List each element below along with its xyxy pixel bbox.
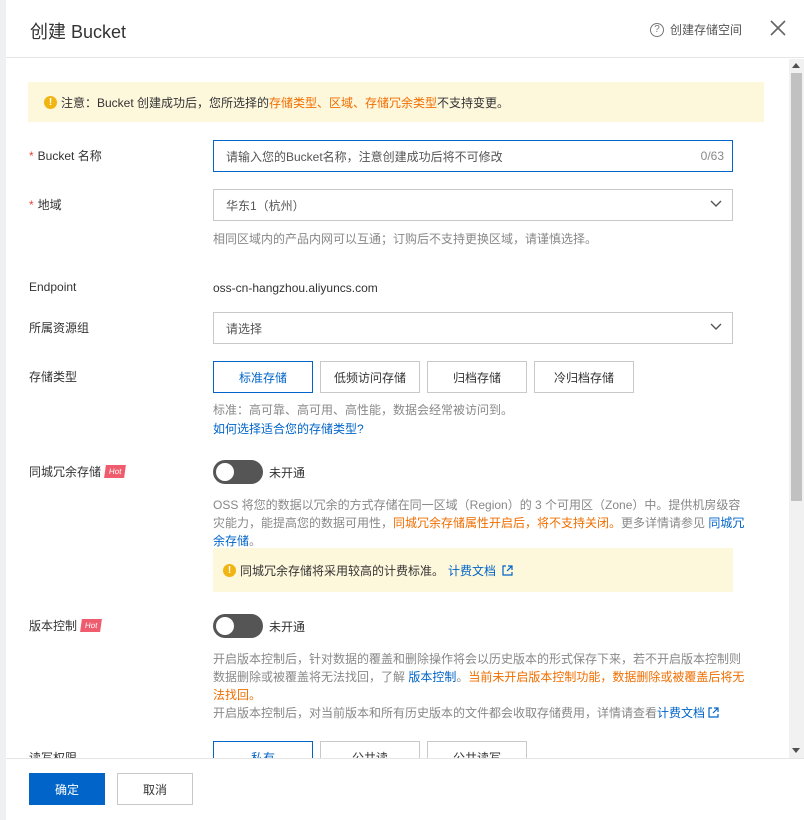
bucket-name-count: 0/63 bbox=[700, 149, 724, 163]
storage-class-group: 标准存储 低频访问存储 归档存储 冷归档存储 bbox=[213, 361, 641, 393]
notice-banner: ! 注意：Bucket 创建成功后，您所选择的 存储类型、区域、存储冗余类型 不… bbox=[28, 82, 764, 122]
bucket-name-input[interactable]: 请输入您的Bucket名称，注意创建成功后将不可修改 0/63 bbox=[213, 140, 733, 172]
region-value: 华东1（杭州） bbox=[226, 198, 305, 213]
external-link-icon bbox=[502, 564, 513, 576]
endpoint-label: Endpoint bbox=[29, 280, 77, 294]
create-bucket-panel: 创建 Bucket ? 创建存储空间 ! 注意：Bucket 创建成功后，您所选… bbox=[0, 0, 804, 820]
region-select[interactable]: 华东1（杭州） bbox=[213, 189, 733, 221]
cancel-button[interactable]: 取消 bbox=[117, 773, 193, 805]
billing-doc-link[interactable]: 计费文档 bbox=[448, 562, 513, 579]
region-hint: 相同区域内的产品内网可以互通；订购后不支持更换区域，请谨慎选择。 bbox=[213, 232, 598, 246]
storage-class-archive[interactable]: 归档存储 bbox=[427, 361, 527, 393]
resource-group-value: 请选择 bbox=[226, 321, 263, 336]
notice-prefix: 注意：Bucket 创建成功后，您所选择的 bbox=[61, 95, 270, 110]
confirm-button[interactable]: 确定 bbox=[29, 773, 105, 805]
zone-redundancy-notice: ! 同城冗余存储将采用较高的计费标准。 计费文档 bbox=[213, 548, 733, 592]
storage-class-ia[interactable]: 低频访问存储 bbox=[320, 361, 420, 393]
acl-group: 私有 公共读 公共读写 bbox=[213, 741, 534, 759]
scrollbar-thumb[interactable] bbox=[791, 73, 802, 501]
form-scroll-area[interactable]: ! 注意：Bucket 创建成功后，您所选择的 存储类型、区域、存储冗余类型 不… bbox=[6, 59, 788, 759]
question-icon: ? bbox=[650, 22, 664, 37]
page-title: 创建 Bucket bbox=[30, 22, 127, 42]
versioning-label: 版本控制 Hot bbox=[29, 617, 103, 634]
versioning-toggle[interactable] bbox=[213, 614, 263, 638]
zone-redundancy-status: 未开通 bbox=[269, 465, 306, 480]
chevron-down-icon bbox=[710, 200, 722, 207]
storage-class-standard[interactable]: 标准存储 bbox=[213, 361, 313, 393]
versioning-billing-link[interactable]: 计费文档 bbox=[657, 706, 719, 720]
versioning-doc-link[interactable]: 版本控制 bbox=[408, 670, 456, 684]
panel-footer: 确定 取消 bbox=[6, 758, 804, 820]
scroll-down-arrow[interactable] bbox=[792, 748, 800, 753]
vertical-scrollbar[interactable] bbox=[789, 59, 804, 759]
zone-redundancy-toggle-row: 未开通 bbox=[213, 460, 305, 484]
chevron-down-icon bbox=[710, 323, 722, 330]
zone-redundancy-description: OSS 将您的数据以冗余的方式存储在同一区域（Region）的 3 个可用区（Z… bbox=[213, 498, 745, 548]
bucket-name-placeholder: 请输入您的Bucket名称，注意创建成功后将不可修改 bbox=[226, 149, 503, 164]
notice-suffix: 不支持变更。 bbox=[437, 95, 510, 110]
hot-badge: Hot bbox=[80, 619, 103, 632]
help-link[interactable]: ? 创建存储空间 bbox=[650, 21, 742, 38]
resource-group-label: 所属资源组 bbox=[29, 321, 90, 335]
notice-highlight: 存储类型、区域、存储冗余类型 bbox=[269, 95, 438, 110]
warning-icon: ! bbox=[44, 95, 57, 109]
versioning-toggle-row: 未开通 bbox=[213, 614, 305, 638]
zone-redundancy-label: 同城冗余存储 Hot bbox=[29, 463, 127, 480]
close-icon[interactable] bbox=[766, 16, 790, 40]
versioning-status: 未开通 bbox=[269, 619, 306, 634]
region-label: * 地域 bbox=[29, 197, 62, 213]
hot-badge: Hot bbox=[104, 465, 127, 478]
scroll-up-arrow[interactable] bbox=[792, 63, 800, 68]
acl-private[interactable]: 私有 bbox=[213, 741, 313, 759]
storage-class-help-link[interactable]: 如何选择适合您的存储类型? bbox=[213, 420, 364, 438]
storage-class-label: 存储类型 bbox=[29, 370, 78, 384]
endpoint-value: oss-cn-hangzhou.aliyuncs.com bbox=[213, 281, 378, 295]
acl-public-read[interactable]: 公共读 bbox=[320, 741, 420, 759]
external-link-icon bbox=[708, 707, 719, 718]
storage-class-hint: 标准：高可靠、高可用、高性能，数据会经常被访问到。 bbox=[213, 403, 514, 417]
versioning-description: 开启版本控制后，针对数据的覆盖和删除操作将会以历史版本的形式保存下来，若不开启版… bbox=[213, 652, 745, 720]
zone-redundancy-warning: 同城冗余存储属性开启后，将不支持关闭。 bbox=[393, 516, 622, 530]
help-label: 创建存储空间 bbox=[670, 23, 743, 37]
storage-class-cold-archive[interactable]: 冷归档存储 bbox=[534, 361, 634, 393]
zone-redundancy-toggle[interactable] bbox=[213, 460, 263, 484]
acl-public-read-write[interactable]: 公共读写 bbox=[427, 741, 527, 759]
bucket-name-label: * Bucket 名称 bbox=[29, 148, 102, 164]
warning-icon: ! bbox=[223, 563, 236, 577]
panel-header: 创建 Bucket ? 创建存储空间 bbox=[6, 0, 804, 58]
resource-group-select[interactable]: 请选择 bbox=[213, 312, 733, 344]
